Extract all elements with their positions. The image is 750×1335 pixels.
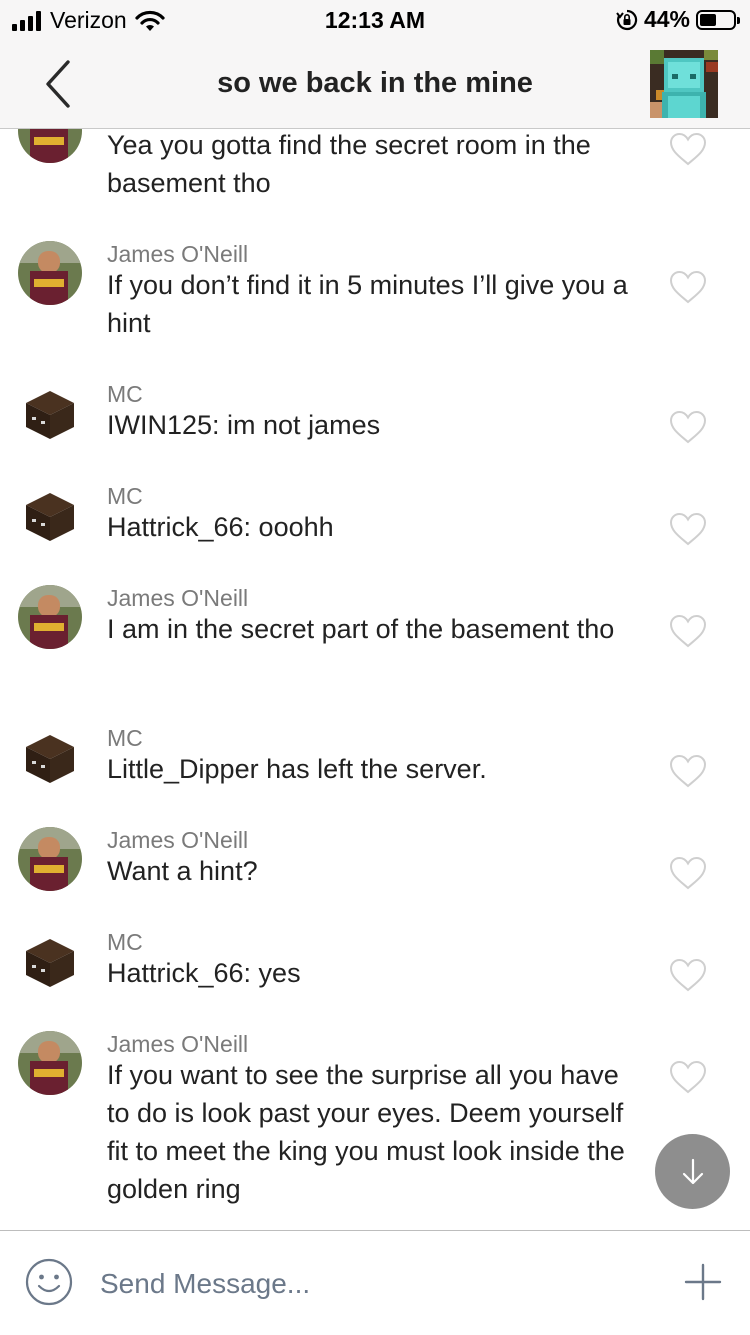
battery-percent: 44% [643, 6, 690, 32]
like-button[interactable] [668, 855, 708, 891]
like-button[interactable] [668, 613, 708, 649]
avatar[interactable] [18, 1031, 82, 1095]
smiley-icon [25, 1258, 73, 1306]
like-button[interactable] [668, 269, 708, 305]
avatar[interactable] [18, 827, 82, 891]
message-text: If you don’t find it in 5 minutes I’ll g… [107, 270, 628, 338]
message-text: IWIN125: im not james [107, 410, 381, 440]
plus-icon [684, 1263, 722, 1301]
message-sender: James O'Neill [107, 585, 249, 611]
message-sender: MC [107, 929, 143, 955]
heart-icon [669, 614, 707, 648]
heart-icon [669, 754, 707, 788]
heart-icon [669, 856, 707, 890]
message-sender: MC [107, 381, 143, 407]
like-button[interactable] [668, 753, 708, 789]
scroll-to-bottom-button[interactable] [655, 1134, 730, 1209]
message-sender: MC [107, 483, 143, 509]
heart-icon [669, 512, 707, 546]
message-text: I am in the secret part of the basement … [107, 614, 615, 644]
message-text: Hattrick_66: yes [107, 958, 301, 988]
message-text: Want a hint? [107, 856, 258, 886]
heart-icon [669, 132, 707, 166]
rotation-lock-icon [616, 9, 638, 30]
message-sender: James O'Neill [107, 1031, 249, 1057]
message-list[interactable]: Yea you gotta find the secret room in th… [0, 129, 750, 1230]
message-text: Hattrick_66: ooohh [107, 512, 334, 542]
heart-icon [669, 270, 707, 304]
status-bar: Verizon 12:13 AM 44% [0, 0, 750, 40]
chat-header: so we back in the mine [0, 40, 750, 129]
like-button[interactable] [668, 511, 708, 547]
avatar[interactable] [18, 129, 82, 163]
chevron-left-icon [46, 60, 70, 108]
arrow-down-icon [682, 1158, 703, 1184]
message-text: Little_Dipper has left the server. [107, 754, 487, 784]
like-button[interactable] [668, 957, 708, 993]
avatar[interactable] [24, 733, 76, 785]
heart-icon [669, 958, 707, 992]
message-sender: James O'Neill [107, 241, 249, 267]
chat-title: so we back in the mine [217, 67, 533, 99]
add-button[interactable] [684, 1263, 722, 1301]
heart-icon [669, 1060, 707, 1094]
avatar[interactable] [24, 389, 76, 441]
avatar[interactable] [24, 491, 76, 543]
like-button[interactable] [668, 409, 708, 445]
like-button[interactable] [668, 131, 708, 167]
message-input[interactable] [98, 1261, 622, 1307]
message-sender: James O'Neill [107, 827, 249, 853]
avatar[interactable] [24, 937, 76, 989]
heart-icon [669, 410, 707, 444]
back-button[interactable] [36, 58, 82, 110]
message-text: Yea you gotta find the secret room in th… [107, 130, 591, 198]
avatar[interactable] [18, 585, 82, 649]
message-composer [0, 1230, 750, 1335]
avatar[interactable] [18, 241, 82, 305]
like-button[interactable] [668, 1059, 708, 1095]
group-avatar[interactable] [650, 50, 718, 118]
message-sender: MC [107, 725, 143, 751]
battery-icon [696, 9, 740, 30]
message-text: If you want to see the surprise all you … [107, 1060, 625, 1204]
emoji-button[interactable] [24, 1257, 74, 1307]
